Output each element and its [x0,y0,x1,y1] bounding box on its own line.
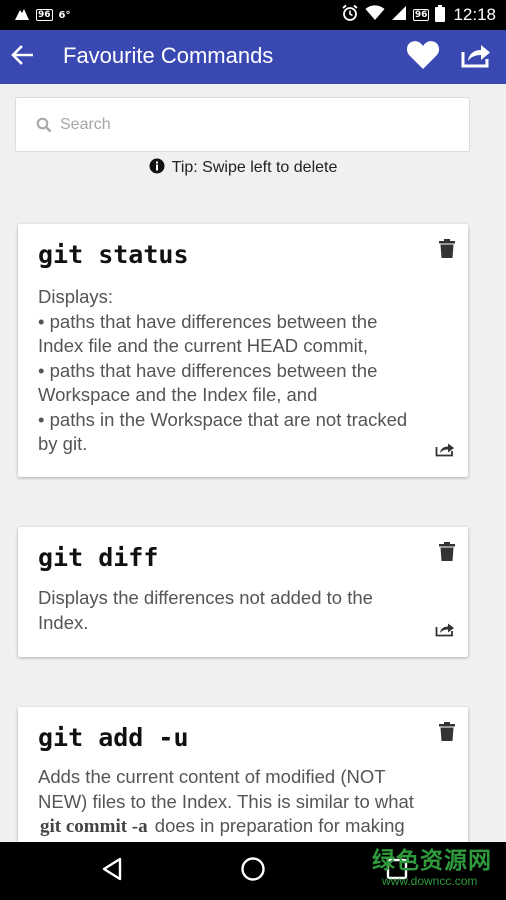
description-line: NEW) files to the Index. This is similar… [38,790,414,812]
nav-home-button[interactable] [239,857,267,885]
command-card[interactable]: git status Displays: • paths that have d… [18,224,468,477]
description-line: Displays the differences not added to th… [38,587,373,608]
command-description: Displays the differences not added to th… [38,586,443,635]
square-recents-icon [386,858,408,884]
description-line: Displays: [38,286,114,307]
battery-icon [435,4,446,26]
trash-icon [439,721,455,745]
command-name: git diff [38,543,159,572]
description-line: by git. [38,433,88,454]
info-icon [149,158,165,179]
wifi-icon [365,5,385,25]
degree-label: 6° [58,9,71,21]
description-line: Index. [38,611,89,633]
arrow-back-icon [11,45,34,69]
notification-icon [14,6,30,25]
network-badge: 96 [36,9,53,21]
description-line: • paths in the Workspace that are not tr… [38,408,408,430]
description-line: Index file and the current HEAD commit, [38,335,369,356]
share-icon [435,441,455,461]
battery-level-badge: 96 [412,9,430,21]
page-title: Favourite Commands [63,43,274,68]
description-line: • paths that have differences between th… [38,359,378,381]
command-name: git add -u [38,723,189,752]
status-bar-left: 96 6° [14,6,71,24]
command-card[interactable]: git diff Displays the differences not ad… [18,527,468,657]
cellular-signal-icon [391,5,407,25]
command-description: Adds the current content of modified (NO… [38,765,443,840]
description-line: git commit -a does in preparation for ma… [38,814,443,840]
command-description: Displays: • paths that have differences … [38,285,443,457]
status-bar: 96 6° 96 12:18 [0,0,506,30]
search-box[interactable] [15,97,470,152]
status-bar-right: 96 12:18 [341,4,496,26]
share-all-button[interactable] [458,42,494,72]
nav-back-button[interactable] [98,856,126,886]
triangle-back-icon [101,857,123,885]
heart-icon [406,40,440,74]
search-input[interactable] [58,114,442,135]
description-text: does in preparation for making [154,815,405,836]
search-icon [36,117,52,133]
share-button[interactable] [434,621,456,641]
app-bar: Favourite Commands [0,30,506,84]
trash-icon [439,541,455,565]
description-line: • paths that have differences between th… [38,310,378,332]
clock: 12:18 [453,5,496,24]
inline-code: git commit -a [40,816,148,837]
delete-button[interactable] [436,238,458,262]
tip-text: Tip: Swipe left to delete [171,159,338,176]
share-icon [460,42,492,72]
alarm-icon [341,4,359,26]
description-line: Workspace and the Index file, and [38,384,318,405]
share-icon [435,621,455,641]
delete-button[interactable] [436,541,458,565]
favourites-button[interactable] [404,41,442,73]
trash-icon [439,238,455,262]
nav-recents-button[interactable] [384,858,410,884]
tip-message: Tip: Swipe left to delete [0,157,486,179]
back-button[interactable] [8,43,36,71]
delete-button[interactable] [436,721,458,745]
navigation-bar [0,842,506,900]
description-line: Adds the current content of modified (NO… [38,766,386,787]
circle-home-icon [240,856,266,886]
command-name: git status [38,240,189,269]
share-button[interactable] [434,441,456,461]
